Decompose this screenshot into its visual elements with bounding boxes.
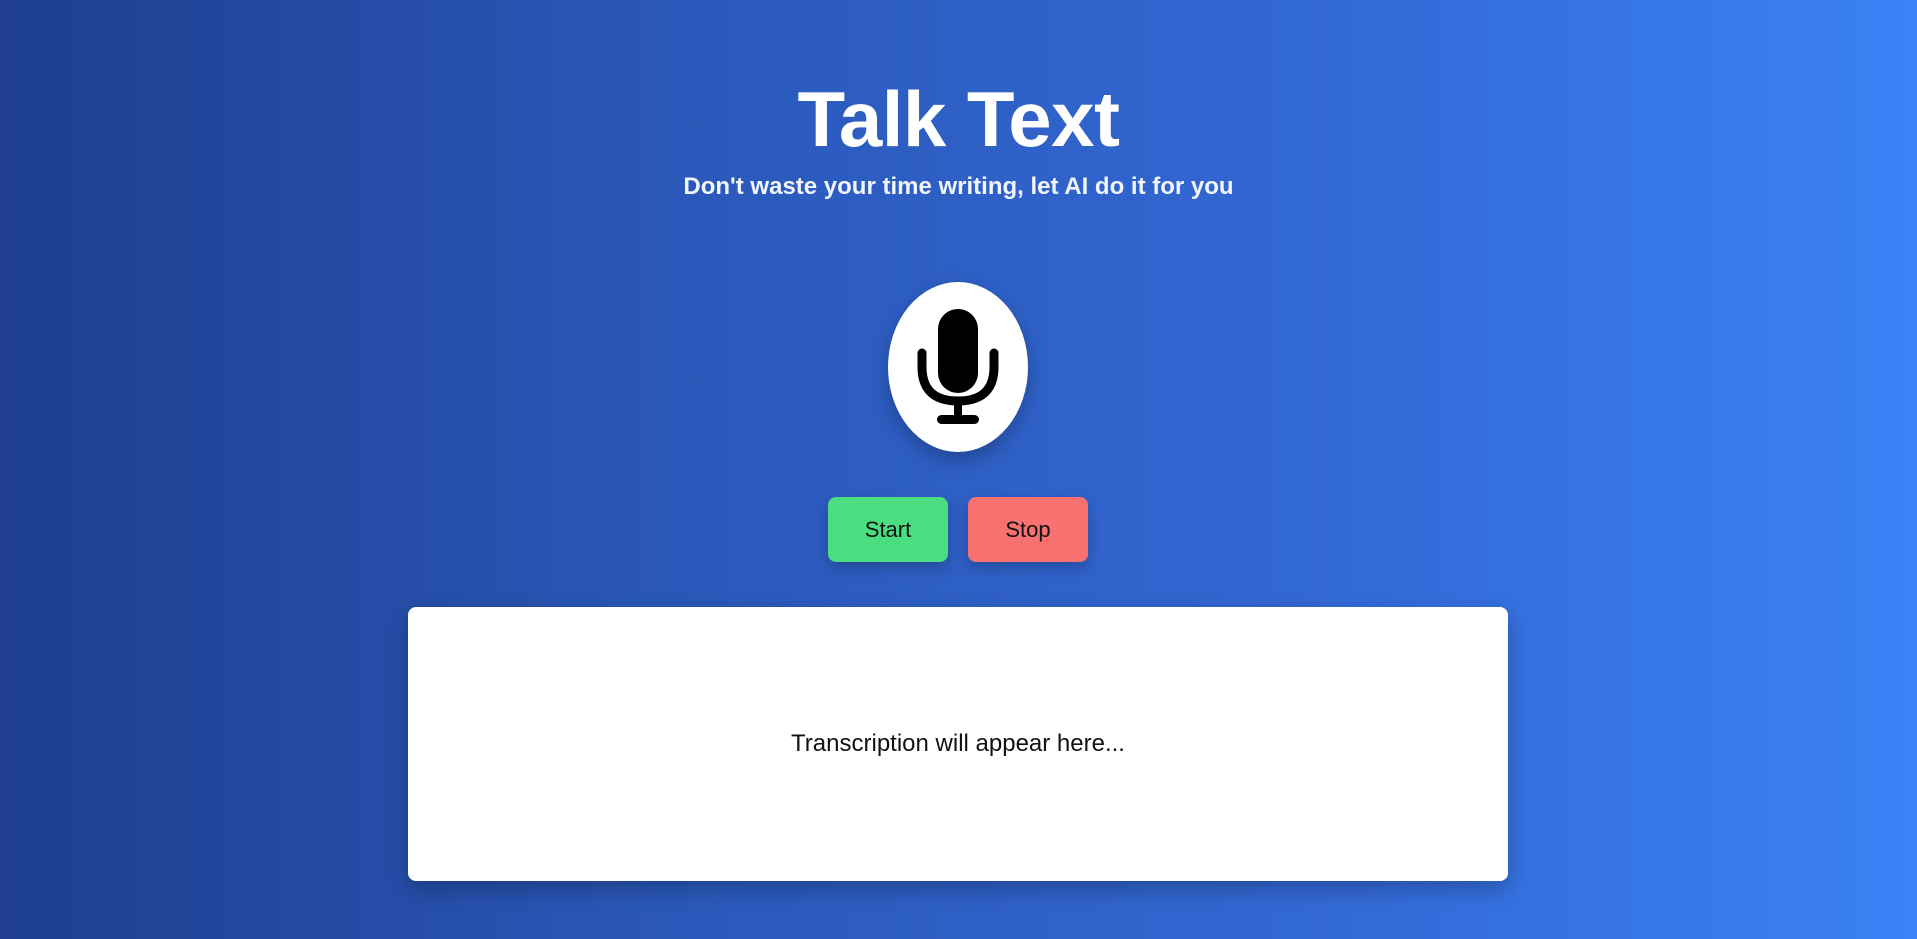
start-button[interactable]: Start <box>828 497 948 562</box>
transcription-panel: Transcription will appear here... <box>408 607 1508 881</box>
stop-button[interactable]: Stop <box>968 497 1088 562</box>
app-subtitle: Don't waste your time writing, let AI do… <box>683 173 1234 200</box>
microphone-button[interactable] <box>888 282 1028 452</box>
microphone-icon <box>917 309 999 424</box>
header: Talk Text Don't waste your time writing,… <box>0 74 1917 202</box>
transcription-placeholder: Transcription will appear here... <box>791 730 1125 757</box>
app-title: Talk Text <box>797 75 1120 163</box>
